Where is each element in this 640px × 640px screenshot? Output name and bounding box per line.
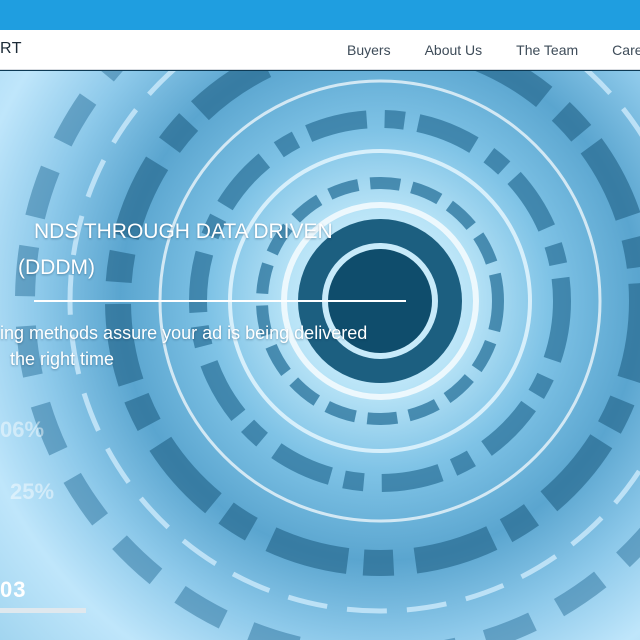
nav-item-buyers[interactable]: Buyers <box>330 42 408 58</box>
nav-item-about-us[interactable]: About Us <box>408 42 500 58</box>
site-logo[interactable]: RT <box>0 40 22 58</box>
hero-headline-line-1: NDS THROUGH DATA DRIVEN <box>34 220 333 243</box>
top-accent-bar <box>0 0 640 30</box>
navbar: RT Buyers About Us The Team Care <box>0 30 640 70</box>
hero-stat-2: 25% <box>10 479 55 504</box>
hero-stat-1: 06% <box>0 417 45 442</box>
hero-divider <box>34 300 406 302</box>
hero-headline-line-2: (DDDM) <box>18 256 95 279</box>
hero-subtext-line-2: the right time <box>10 349 115 369</box>
nav-item-the-team[interactable]: The Team <box>499 42 595 58</box>
nav-item-careers[interactable]: Care <box>595 42 640 58</box>
hero-subtext-line-1: ing methods assure your ad is being deli… <box>0 323 368 343</box>
main-nav: Buyers About Us The Team Care <box>330 30 640 70</box>
slide-number: 03 <box>0 577 27 602</box>
hero-banner: NDS THROUGH DATA DRIVEN (DDDM) ing metho… <box>0 71 640 640</box>
slide-progress-bar[interactable] <box>0 608 86 613</box>
